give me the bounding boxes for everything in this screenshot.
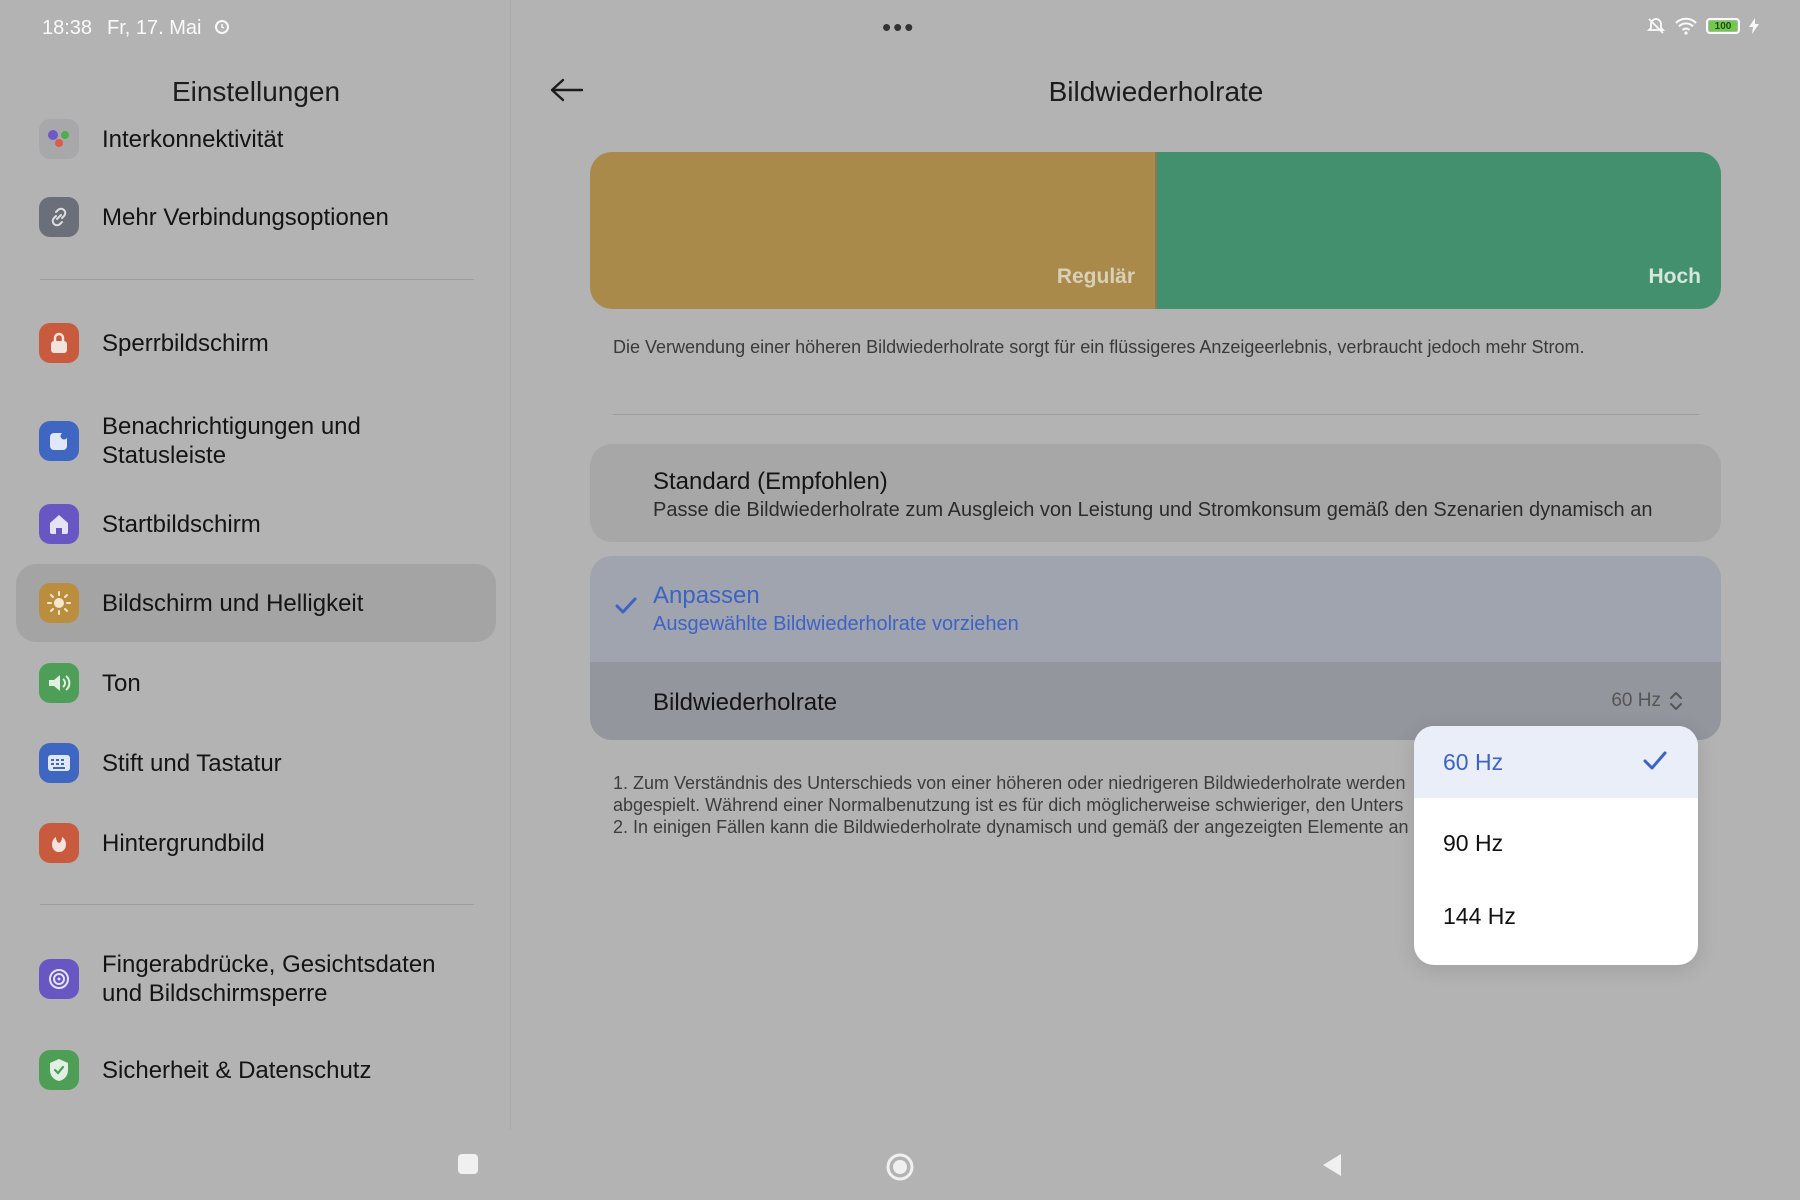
sidebar-item-label: Interkonnektivität — [102, 126, 284, 153]
divider — [40, 904, 474, 905]
dropdown-option-90hz[interactable]: 90 Hz — [1414, 807, 1698, 879]
sidebar-item-sound[interactable]: Ton — [16, 644, 496, 722]
home-button[interactable] — [885, 1152, 915, 1182]
dropdown-option-label: 60 Hz — [1443, 748, 1504, 775]
preview-regular: Regulär — [590, 152, 1157, 309]
option-standard-title: Standard (Empfohlen) — [653, 468, 888, 495]
option-custom[interactable]: Anpassen Ausgewählte Bildwiederholrate v… — [590, 556, 1721, 740]
back-nav-button[interactable] — [1320, 1152, 1344, 1178]
wifi-icon — [1675, 17, 1697, 35]
option-custom-title: Anpassen — [653, 582, 760, 609]
speaker-icon — [39, 663, 79, 703]
battery-level: 100 — [1714, 20, 1732, 32]
charging-icon — [1749, 18, 1759, 34]
sidebar-item-label: Benachrichtigungen und Statusleiste — [102, 413, 361, 469]
battery-icon: 100 — [1706, 18, 1740, 34]
sidebar-item-security[interactable]: Sicherheit & Datenschutz — [16, 1031, 496, 1109]
sidebar-item-homescreen[interactable]: Startbildschirm — [16, 485, 496, 563]
notification-icon — [39, 421, 79, 461]
sidebar-item-display[interactable]: Bildschirm und Helligkeit — [16, 564, 496, 642]
check-icon — [615, 597, 637, 614]
option-standard-subtitle: Passe die Bildwiederholrate zum Ausgleic… — [653, 499, 1653, 521]
preview-high-label: Hoch — [1648, 265, 1702, 288]
option-custom-subtitle: Ausgewählte Bildwiederholrate vorziehen — [653, 613, 1019, 635]
dropdown-option-label: 90 Hz — [1443, 829, 1504, 856]
sidebar-item-interconnectivity[interactable]: Interkonnektivität — [16, 99, 496, 177]
sidebar-item-wallpaper[interactable]: Hintergrundbild — [16, 804, 496, 882]
refresh-rate-description: Die Verwendung einer höheren Bildwiederh… — [613, 337, 1585, 357]
refresh-rate-selector[interactable]: 60 Hz — [1611, 690, 1683, 712]
preview-high: Hoch — [1157, 152, 1721, 309]
check-icon — [1643, 751, 1667, 770]
refresh-rate-dropdown: 60 Hz 90 Hz 144 Hz — [1414, 726, 1698, 965]
mute-icon — [1646, 18, 1666, 34]
arrow-left-icon — [550, 78, 584, 102]
chevron-updown-icon — [1670, 692, 1682, 710]
divider — [613, 414, 1699, 415]
interconnect-icon — [39, 119, 79, 159]
more-dots-icon[interactable]: ••• — [882, 12, 915, 43]
sidebar-item-label: Mehr Verbindungsoptionen — [102, 203, 389, 231]
note-line: abgespielt. Während einer Normalbenutzun… — [613, 795, 1404, 815]
sidebar-item-label: Fingerabdrücke, Gesichtsdaten und Bildsc… — [102, 951, 436, 1007]
notes: 1. Zum Verständnis des Unterschieds von … — [613, 772, 1413, 838]
sidebar-item-label: Ton — [102, 669, 141, 697]
dropdown-option-label: 144 Hz — [1443, 902, 1516, 929]
sidebar-item-label: Sicherheit & Datenschutz — [102, 1056, 372, 1084]
note-line: 2. In einigen Fällen kann die Bildwieder… — [613, 817, 1409, 837]
shield-icon — [39, 1050, 79, 1090]
refresh-rate-label: Bildwiederholrate — [653, 689, 838, 716]
home-icon — [39, 504, 79, 544]
sidebar-item-lockscreen[interactable]: Sperrbildschirm — [16, 304, 496, 382]
sidebar-item-notifications[interactable]: Benachrichtigungen und Statusleiste — [16, 396, 496, 486]
wallpaper-icon — [39, 823, 79, 863]
back-button[interactable] — [547, 70, 587, 110]
sidebar-item-label: Sperrbildschirm — [102, 329, 269, 357]
sidebar-item-more-connections[interactable]: Mehr Verbindungsoptionen — [16, 178, 496, 256]
sidebar-item-label: Bildschirm und Helligkeit — [102, 589, 364, 617]
sidebar-item-pen-keyboard[interactable]: Stift und Tastatur — [16, 724, 496, 802]
link-icon — [39, 197, 79, 237]
settings-sidebar: Einstellungen Interkonnektivität Mehr Ve… — [0, 0, 511, 1130]
refresh-rate-preview: Regulär Hoch — [590, 152, 1721, 309]
fingerprint-icon — [39, 959, 79, 999]
brightness-icon — [39, 583, 79, 623]
option-standard[interactable]: Standard (Empfohlen) Passe die Bildwiede… — [590, 444, 1721, 542]
refresh-rate-value: 60 Hz — [1611, 690, 1661, 711]
divider — [40, 279, 474, 280]
dropdown-option-144hz[interactable]: 144 Hz — [1414, 880, 1698, 952]
lock-icon — [39, 323, 79, 363]
sidebar-item-biometrics[interactable]: Fingerabdrücke, Gesichtsdaten und Bildsc… — [16, 934, 496, 1024]
sidebar-item-label: Startbildschirm — [102, 510, 261, 538]
recent-apps-button[interactable] — [456, 1152, 480, 1176]
note-line: 1. Zum Verständnis des Unterschieds von … — [613, 773, 1406, 793]
preview-regular-label: Regulär — [1056, 265, 1135, 288]
keyboard-icon — [39, 743, 79, 783]
status-icons: 100 — [1646, 16, 1760, 36]
page-title: Bildwiederholrate — [1048, 76, 1264, 107]
sidebar-item-label: Hintergrundbild — [102, 829, 265, 857]
dropdown-option-60hz[interactable]: 60 Hz — [1414, 726, 1698, 798]
sidebar-item-label: Stift und Tastatur — [102, 749, 282, 777]
